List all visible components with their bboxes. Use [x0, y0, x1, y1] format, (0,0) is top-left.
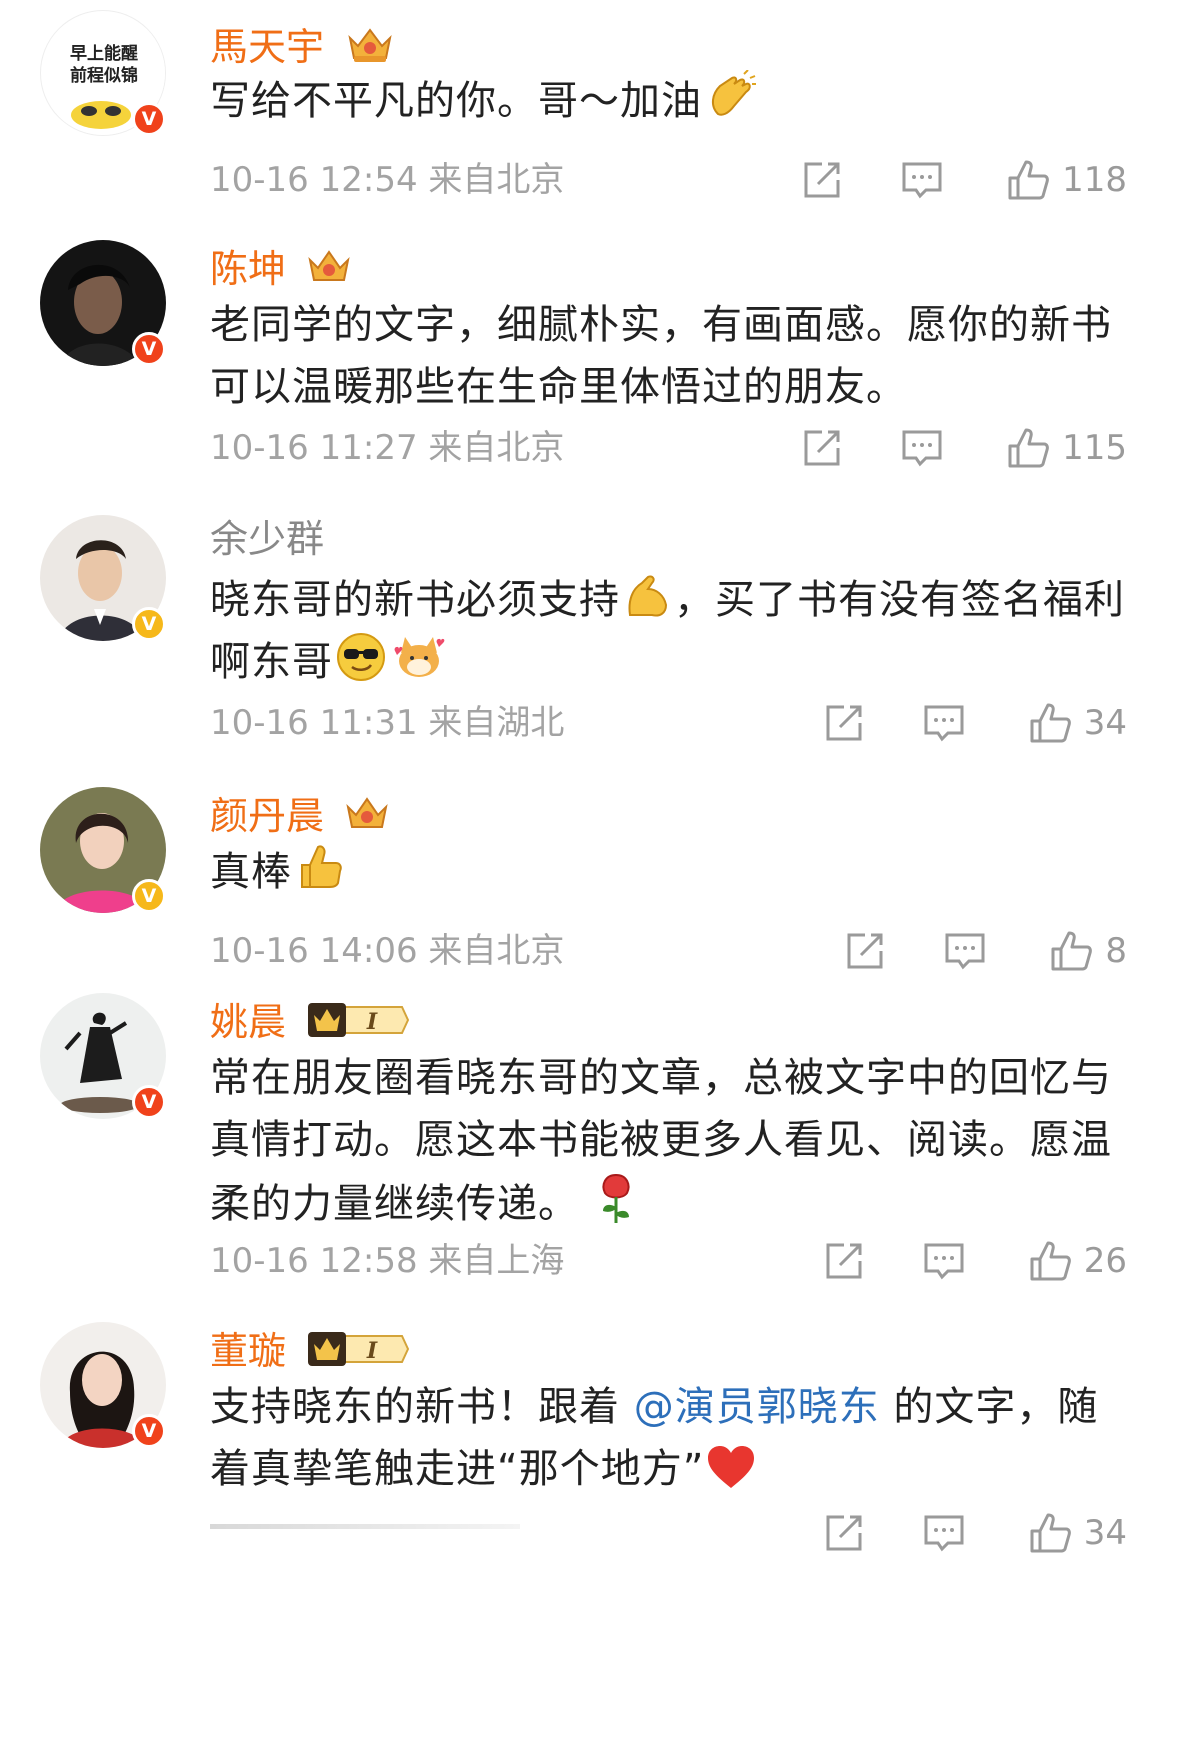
like-icon[interactable]	[1004, 424, 1052, 472]
comment-item: V 颜丹晨 真棒 10-16 14:06 来自北京 8	[0, 787, 1179, 987]
comment-icon[interactable]	[920, 1509, 968, 1557]
comment-time: 10-16 11:27	[210, 428, 418, 468]
comment-meta	[210, 1518, 520, 1529]
verified-badge-icon: V	[132, 332, 166, 366]
like-count: 34	[1083, 1513, 1127, 1553]
comment-text: 晓东哥的新书必须支持 ，买了书有没有签名福利啊东哥	[210, 569, 1130, 693]
comment-actions: 118	[798, 155, 1127, 205]
avatar[interactable]: 早上能醒 前程似锦 V	[40, 10, 166, 136]
like-count: 115	[1062, 428, 1127, 468]
comment-item: V 姚晨 I 常在朋友圈看晓东哥的文章，总被文字中的回忆与真情打动。愿这本书能被…	[0, 993, 1179, 1313]
avatar[interactable]: V	[40, 515, 166, 641]
verified-badge-icon: V	[132, 102, 166, 136]
like-icon[interactable]	[1047, 927, 1095, 975]
share-icon[interactable]	[820, 1509, 868, 1557]
comment-text: 老同学的文字，细腻朴实，有画面感。愿你的新书可以温暖那些在生命里体悟过的朋友。	[210, 302, 1112, 410]
comment-text: 支持晓东的新书！跟着 @演员郭晓东 的文字，随着真挚笔触走进“那个地方”	[210, 1384, 1099, 1492]
crown-badge-icon	[348, 28, 392, 62]
comment-meta: 10-16 11:31 来自湖北	[210, 701, 564, 745]
comment-time: 10-16 12:54	[210, 160, 418, 200]
share-icon[interactable]	[798, 424, 846, 472]
share-icon[interactable]	[798, 156, 846, 204]
comment-item: V 陈坤 老同学的文字，细腻朴实，有画面感。愿你的新书可以温暖那些在生命里体悟过…	[0, 240, 1179, 520]
username[interactable]: 姚晨 I	[210, 993, 410, 1046]
level-text: I	[366, 1338, 378, 1364]
avatar[interactable]: V	[40, 787, 166, 913]
like-icon[interactable]	[1004, 156, 1052, 204]
avatar-text-1: 早上能醒	[70, 43, 138, 64]
red-heart-icon	[708, 1446, 755, 1488]
comment-icon[interactable]	[898, 424, 946, 472]
like-icon[interactable]	[1026, 699, 1074, 747]
comment-time: 10-16 12:58	[210, 1241, 418, 1281]
comment-item: 早上能醒 前程似锦 V 馬天宇 写给不平凡的你。哥～加油 10-16 12:54…	[0, 0, 1179, 260]
comment-meta: 10-16 14:06 来自北京	[210, 929, 564, 973]
comment-location: 来自北京	[428, 428, 565, 468]
comment-actions: 34	[820, 698, 1127, 748]
like-count: 26	[1083, 1241, 1127, 1281]
cool-sunglasses-icon	[337, 633, 385, 681]
comment-text: 真棒	[210, 841, 1130, 903]
share-icon[interactable]	[820, 699, 868, 747]
avatar[interactable]: V	[40, 1322, 166, 1448]
clapping-hands-icon	[712, 70, 756, 116]
level-badge-icon: I	[308, 1332, 410, 1366]
verified-badge-icon: V	[132, 607, 166, 641]
verified-badge-icon: V	[132, 1414, 166, 1448]
username[interactable]: 陈坤	[210, 240, 352, 293]
like-count: 34	[1083, 703, 1127, 743]
level-text: I	[366, 1009, 378, 1035]
level-badge-icon: I	[308, 1003, 410, 1037]
username[interactable]: 董璇 I	[210, 1322, 410, 1375]
share-icon[interactable]	[820, 1237, 868, 1285]
comment-location: 来自北京	[428, 160, 565, 200]
comment-time: 10-16 11:31	[210, 703, 418, 743]
comment-icon[interactable]	[941, 927, 989, 975]
comment-icon[interactable]	[920, 1237, 968, 1285]
avatar-text-2: 前程似锦	[70, 65, 138, 86]
comment-icon[interactable]	[898, 156, 946, 204]
like-count: 118	[1062, 160, 1127, 200]
verified-badge-icon: V	[132, 1085, 166, 1119]
comment-meta: 10-16 12:54 来自北京	[210, 158, 564, 202]
mention-link[interactable]: @演员郭晓东	[634, 1384, 880, 1430]
username[interactable]: 余少群	[210, 515, 324, 563]
verified-badge-icon: V	[132, 879, 166, 913]
avatar[interactable]: V	[40, 240, 166, 366]
comment-item: V 董璇 I 支持晓东的新书！跟着 @演员郭晓东 的文字，随着真挚笔触走进“那个…	[0, 1322, 1179, 1761]
comment-actions: 115	[798, 423, 1127, 473]
comment-actions: 8	[841, 926, 1127, 976]
rose-icon	[602, 1173, 630, 1223]
crown-badge-icon	[346, 797, 388, 828]
username[interactable]: 馬天宇	[210, 18, 396, 71]
comment-actions: 26	[820, 1236, 1127, 1286]
crown-badge-icon	[308, 250, 350, 281]
like-count: 8	[1105, 931, 1127, 971]
comment-meta: 10-16 12:58 来自上海	[210, 1239, 564, 1283]
comment-icon[interactable]	[920, 699, 968, 747]
comment-location: 来自北京	[428, 931, 565, 971]
comment-text: 常在朋友圈看晓东哥的文章，总被文字中的回忆与真情打动。愿这本书能被更多人看见、阅…	[210, 1055, 1112, 1227]
comment-location: 来自上海	[428, 1241, 565, 1281]
username[interactable]: 颜丹晨	[210, 787, 390, 840]
comment-meta: 10-16 11:27 来自北京	[210, 426, 564, 470]
shiba-dog-icon	[394, 637, 445, 677]
comment-text: 写给不平凡的你。哥～加油	[210, 70, 1130, 132]
comment-location: 来自湖北	[428, 703, 565, 743]
comment-item: V 余少群 晓东哥的新书必须支持 ，买了书有没有签名福利啊东哥 10-16 11…	[0, 515, 1179, 785]
like-icon[interactable]	[1026, 1509, 1074, 1557]
comment-actions: 34	[820, 1508, 1127, 1558]
like-icon[interactable]	[1026, 1237, 1074, 1285]
flexed-biceps-icon	[628, 575, 668, 617]
share-icon[interactable]	[841, 927, 889, 975]
avatar[interactable]: V	[40, 993, 166, 1119]
comment-time: 10-16 14:06	[210, 931, 418, 971]
meta-placeholder	[210, 1524, 520, 1529]
thumbs-up-icon	[301, 845, 342, 888]
